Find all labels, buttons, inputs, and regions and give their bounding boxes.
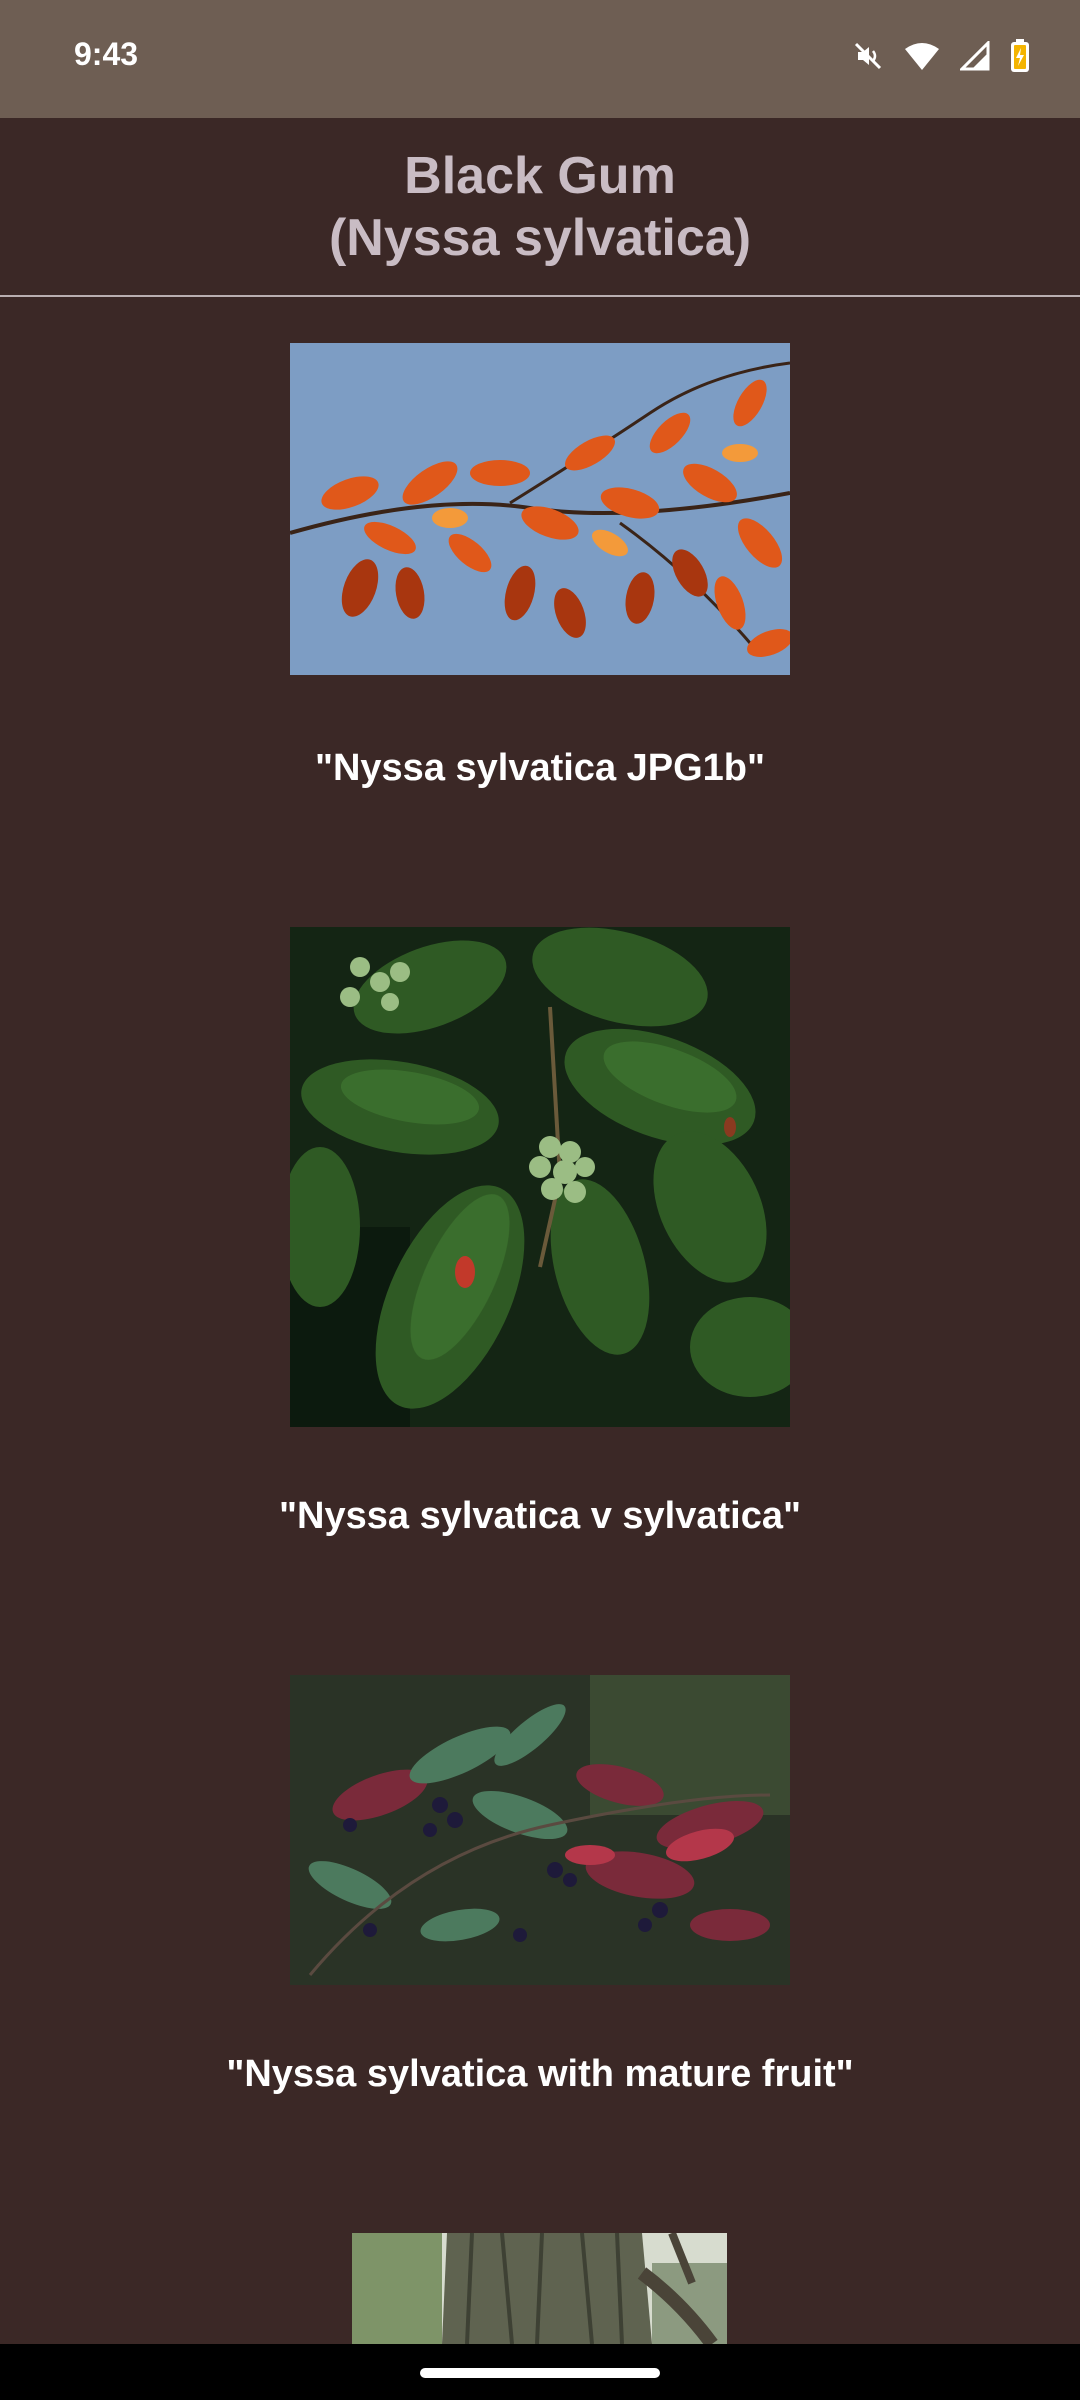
autumn-leaves-photo[interactable] [290,343,790,675]
page-title-scientific-name: (Nyssa sylvatica) [328,209,752,267]
trunk-bark-photo[interactable] [352,2233,727,2344]
status-bar: 9:43 [0,0,1080,118]
page-header: Black Gum (Nyssa sylvatica) [0,118,1080,296]
green-leaves-berries-photo[interactable] [290,927,790,1427]
header-divider [0,295,1080,297]
status-icons [852,38,1030,78]
page-title: Black Gum (Nyssa sylvatica) [329,145,751,269]
photo-caption-2: "Nyssa sylvatica v sylvatica" [279,1495,801,1537]
mature-fruit-photo[interactable] [290,1675,790,1985]
mute-icon [852,40,884,77]
photo-caption-3: "Nyssa sylvatica with mature fruit" [226,2053,854,2095]
signal-icon [958,38,990,76]
photo-caption-1: "Nyssa sylvatica JPG1b" [314,747,766,789]
page-title-common-name: Black Gum [404,147,676,205]
status-time: 9:43 [74,36,139,72]
home-gesture-handle[interactable] [420,2368,660,2378]
battery-icon [1010,38,1030,78]
wifi-icon [904,41,940,76]
